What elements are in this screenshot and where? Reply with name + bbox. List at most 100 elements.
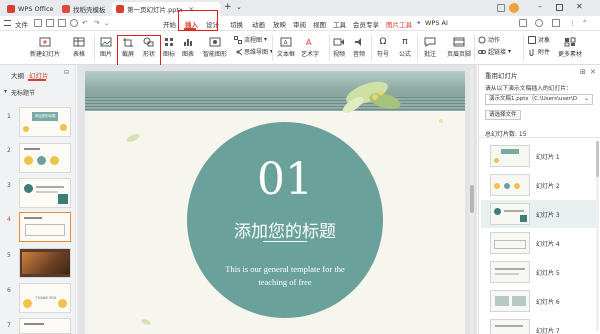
audio-button[interactable]: 音频 <box>353 36 365 58</box>
sync-icon[interactable] <box>535 19 543 27</box>
tab-template[interactable]: 找稻壳模板 <box>58 2 110 16</box>
wordart-button[interactable]: A 艺术字 <box>301 36 319 59</box>
picture-button[interactable]: 图片 <box>100 36 112 58</box>
menu-transition[interactable]: 切换 <box>230 19 243 29</box>
hamburger-icon[interactable] <box>4 20 11 26</box>
picture-label: 图片 <box>100 51 113 58</box>
chevron-down-icon[interactable]: ⌄ <box>584 95 590 102</box>
slide-thumbnail-2[interactable] <box>19 143 71 173</box>
scrollbar-thumb[interactable] <box>470 185 474 213</box>
close-panel-icon[interactable]: ✕ <box>590 68 596 76</box>
menu-view[interactable]: 视图 <box>313 19 326 29</box>
reuse-slide-item-5[interactable]: 幻灯片 5 <box>481 258 599 286</box>
file-path-field[interactable]: 演示文稿1.pptx（C:\Users\user\D <box>485 94 593 105</box>
smart-graphic-button[interactable]: 智能图形 <box>203 36 227 58</box>
reuse-slide-item-2[interactable]: 幻灯片 2 <box>481 171 599 199</box>
attachment-button[interactable]: 附件 <box>528 47 550 56</box>
ppt-file-icon <box>116 5 124 13</box>
table-button[interactable]: 表格 <box>73 36 85 58</box>
maximize-icon[interactable] <box>556 4 563 11</box>
reuse-slide-item-6[interactable]: 幻灯片 6 <box>481 287 599 315</box>
minimize-icon[interactable]: – <box>538 2 542 11</box>
canvas-scrollbar[interactable] <box>470 69 474 334</box>
menu-file[interactable]: 文件 <box>15 19 28 29</box>
tab-wps-office[interactable]: WPS Office <box>3 2 58 16</box>
preview-icon[interactable] <box>70 19 78 27</box>
undo-icon[interactable]: ↶ <box>82 19 87 27</box>
reuse-slide-item-4[interactable]: 幻灯片 4 <box>481 229 599 257</box>
slide-subtitle[interactable]: This is our general template for the tea… <box>187 263 383 289</box>
menu-tools[interactable]: 工具 <box>333 19 346 29</box>
reuse-slide-label: 幻灯片 7 <box>536 328 560 334</box>
redo-icon[interactable]: ↷ <box>94 19 99 27</box>
menu-review[interactable]: 审阅 <box>293 19 306 29</box>
more-icon[interactable]: ⋮ <box>569 19 576 27</box>
slide-thumbnail-6[interactable]: THANK YOU <box>19 283 71 313</box>
table-icon <box>73 36 85 47</box>
thumb-decoration <box>50 156 59 165</box>
tab-list-icon[interactable]: ⌄ <box>236 3 242 11</box>
chart-button[interactable]: 图表 <box>182 36 194 58</box>
subtitle-line-1: This is our general template for the <box>225 264 345 274</box>
menu-animation[interactable]: 动画 <box>252 19 265 29</box>
reuse-slide-item-1[interactable]: 幻灯片 1 <box>481 142 599 170</box>
new-slide-button[interactable]: 新建幻灯片 <box>30 36 60 58</box>
formula-button[interactable]: π 公式 <box>399 36 411 59</box>
panel-scrollbar[interactable] <box>596 141 599 331</box>
choose-file-button[interactable]: 请选择文件 <box>485 110 521 120</box>
mindmap-button[interactable]: 思维导图▾ <box>234 47 273 56</box>
collapse-ribbon-icon[interactable]: ⌃ <box>582 19 587 27</box>
scrollbar-thumb[interactable] <box>596 141 599 177</box>
avatar[interactable] <box>509 3 519 13</box>
slide-number: 3 <box>7 182 11 189</box>
mindmap-icon <box>234 48 242 56</box>
new-slide-icon <box>39 36 51 47</box>
reuse-slide-item-3-hover[interactable]: 幻灯片 3 <box>481 200 599 228</box>
share-icon[interactable] <box>552 19 560 27</box>
slide-thumbnail-7[interactable] <box>19 318 71 334</box>
slide-title[interactable]: 添加您的标题 <box>187 217 383 242</box>
flowchart-button[interactable]: 流程图 ▾ <box>234 35 267 44</box>
menu-wps-ai[interactable]: WPS AI <box>425 19 448 27</box>
hyperlink-button[interactable]: 超链接 ▾ <box>478 47 511 56</box>
icon-button[interactable]: 图标 <box>163 36 175 58</box>
comment-button[interactable]: 批注 <box>424 36 436 58</box>
cloud-icon[interactable] <box>519 19 527 27</box>
slide-thumbnail-5[interactable] <box>19 248 71 278</box>
menu-slideshow[interactable]: 放映 <box>273 19 286 29</box>
pin-icon[interactable]: ⊞ <box>580 68 586 76</box>
menu-member[interactable]: 会员专享 <box>353 19 379 29</box>
menu-start[interactable]: 开始 <box>163 19 176 29</box>
chevron-down-icon[interactable]: ⌄ <box>104 19 109 27</box>
menu-picture-tools[interactable]: 图片工具 <box>386 19 412 29</box>
print-icon[interactable] <box>58 19 66 27</box>
more-materials-button[interactable]: 更多素材 <box>558 36 582 58</box>
header-footer-button[interactable]: 页眉页脚 <box>447 36 471 58</box>
slide-thumbnail-1[interactable]: 添加您的标题 <box>19 107 71 137</box>
panel-instruction: 请从以下演示文稿插入的幻灯片： <box>485 86 572 92</box>
ai-icon: ✦ <box>416 19 422 27</box>
slide-number-text[interactable]: 01 <box>187 154 383 206</box>
collapse-panel-icon[interactable]: ⊟ <box>64 69 69 76</box>
window-layout-icon[interactable] <box>497 4 505 12</box>
video-button[interactable]: 视频 <box>333 36 345 58</box>
action-button[interactable]: 动作 <box>478 35 500 44</box>
close-window-icon[interactable]: ✕ <box>576 2 583 11</box>
object-button[interactable]: 对象 <box>528 35 550 44</box>
symbol-button[interactable]: Ω 符号 <box>377 36 389 59</box>
tab-outline[interactable]: 大纲 <box>11 70 24 80</box>
slide-thumbnail-4-selected[interactable] <box>19 212 71 242</box>
slide-canvas[interactable]: 01 添加您的标题 This is our general template f… <box>85 71 465 334</box>
ribbon-divider <box>371 35 372 61</box>
leaf-icon <box>126 133 140 143</box>
reuse-slide-item-7[interactable]: 幻灯片 7 <box>481 316 599 334</box>
thumb-decoration <box>60 124 67 131</box>
slide-thumbnail-3[interactable] <box>19 178 71 208</box>
save-icon[interactable] <box>46 19 54 27</box>
new-tab-button[interactable]: + <box>224 2 232 12</box>
section-collapse-icon[interactable]: ▾ <box>4 88 7 95</box>
menu-bar: 文件 ↶ ↷ ⌄ 开始 插入 设计 切换 动画 放映 审阅 视图 工具 会员专享… <box>0 16 600 31</box>
reuse-slide-thumb <box>490 174 530 196</box>
textbox-button[interactable]: A 文本框 <box>277 36 295 58</box>
open-icon[interactable] <box>34 19 42 27</box>
